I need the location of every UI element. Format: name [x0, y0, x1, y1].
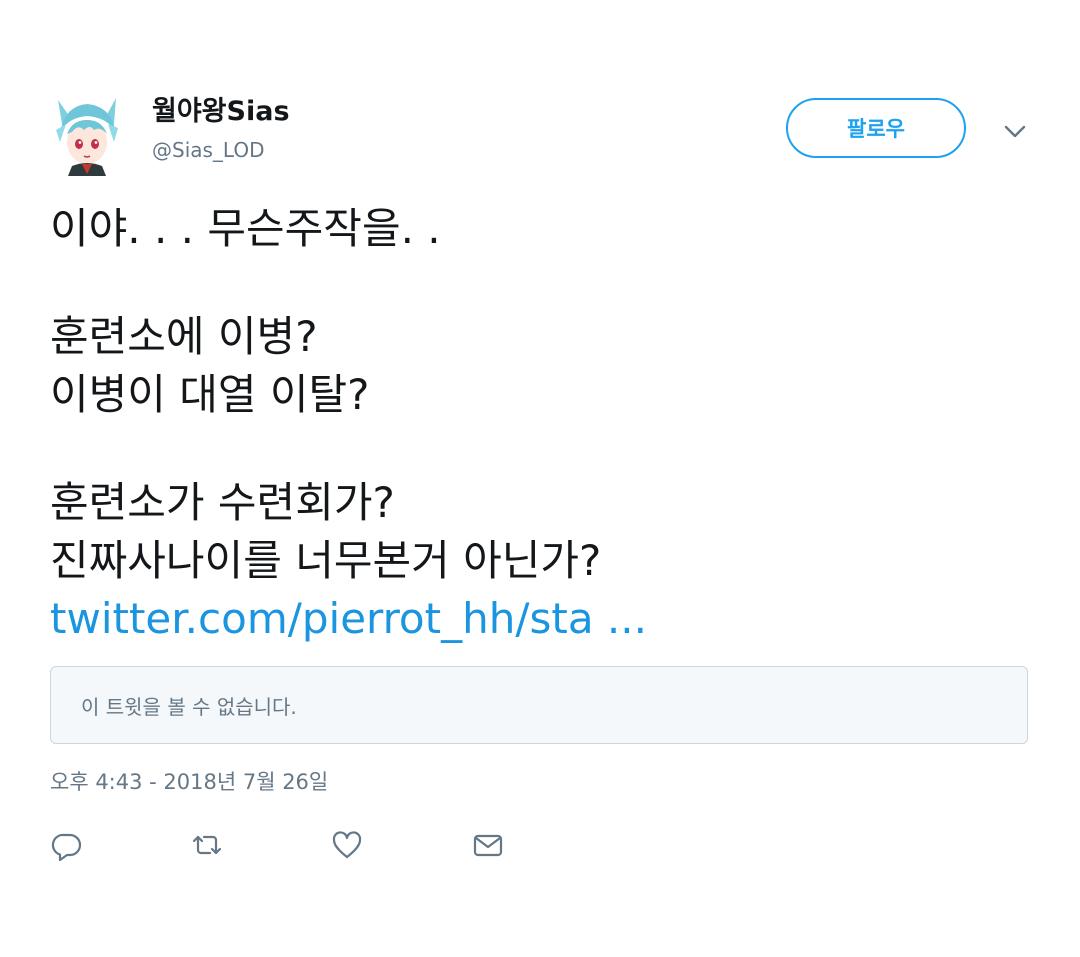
tweet-text: 이야. . . 무슨주작을. . 훈련소에 이병? 이병이 대열 이탈? 훈련소…: [50, 200, 1040, 648]
tweet-text-spacer: [50, 258, 1040, 308]
tweet-text-line: 훈련소에 이병?: [50, 312, 318, 361]
user-handle[interactable]: @Sias_LOD: [152, 136, 265, 164]
tweet-timestamp[interactable]: 오후 4:43 - 2018년 7월 26일: [50, 766, 328, 798]
quoted-tweet-unavailable-text: 이 트윗을 볼 수 없습니다.: [81, 694, 297, 719]
tweet-text-line: 훈련소가 수련회가?: [50, 478, 395, 527]
user-avatar[interactable]: [50, 94, 124, 176]
retweet-icon[interactable]: [190, 828, 224, 862]
avatar-image: [51, 98, 123, 176]
reply-icon[interactable]: [50, 828, 84, 862]
tweet-card: 월야왕Sias @Sias_LOD 팔로우 이야. . . 무슨주작을. . 훈…: [0, 0, 1080, 957]
tweet-link[interactable]: twitter.com/pierrot_hh/sta ...: [50, 590, 1040, 648]
tweet-text-line: 이야. . . 무슨주작을. .: [50, 204, 441, 253]
like-icon[interactable]: [330, 828, 364, 862]
follow-button[interactable]: 팔로우: [786, 98, 966, 158]
tweet-text-spacer: [50, 424, 1040, 474]
direct-message-icon[interactable]: [471, 828, 505, 862]
quoted-tweet-unavailable[interactable]: 이 트윗을 볼 수 없습니다.: [50, 666, 1028, 744]
user-display-name[interactable]: 월야왕Sias: [152, 94, 290, 130]
tweet-text-line: 진짜사나이를 너무본거 아닌가?: [50, 536, 602, 585]
tweet-text-line: 이병이 대열 이탈?: [50, 370, 370, 419]
more-options-chevron-down-icon[interactable]: [1000, 116, 1030, 146]
